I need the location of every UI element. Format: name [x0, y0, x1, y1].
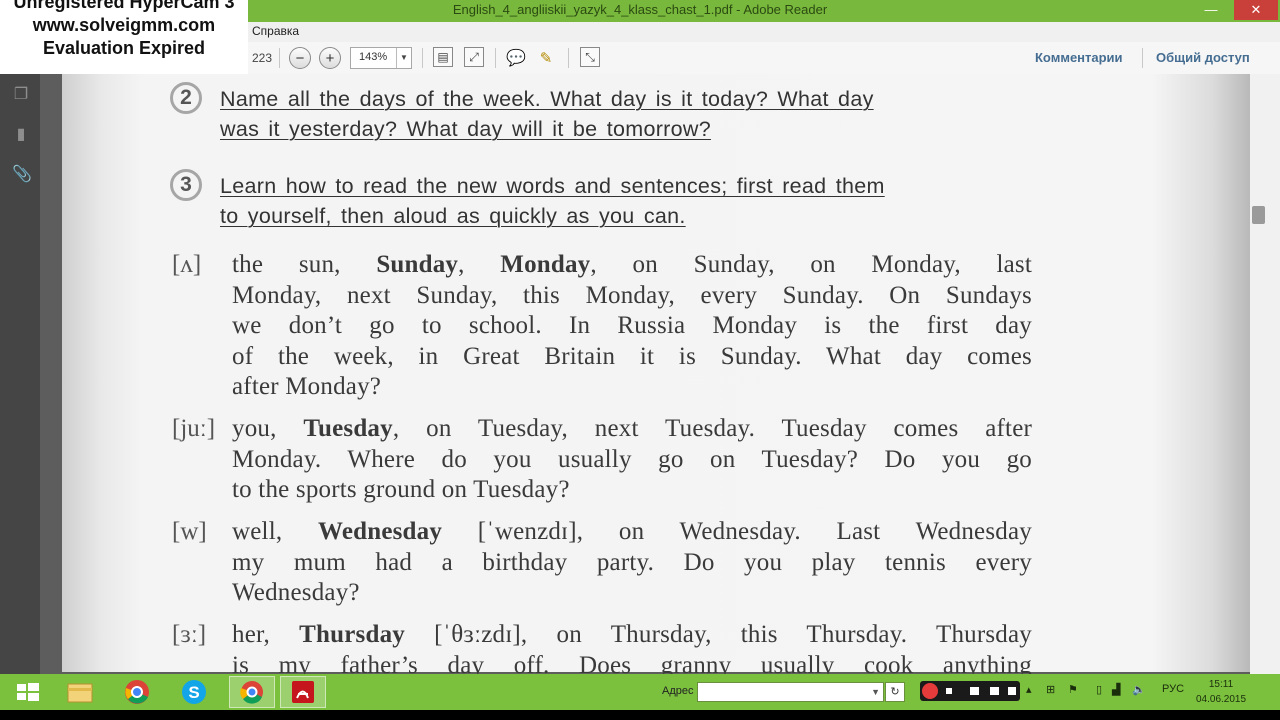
text-line: we don’t go to school. In Russia Monday … — [232, 312, 1032, 339]
clock[interactable]: 15:11 04.06.2015 — [1196, 677, 1246, 707]
language-indicator[interactable]: РУС — [1162, 683, 1184, 695]
highlight-icon[interactable]: ✎ — [535, 47, 557, 69]
text-line: the sun, Sunday, Monday, on Sunday, on M… — [232, 251, 1032, 278]
chrome-icon[interactable] — [117, 676, 157, 708]
task-text-line: Learn how to read the new words and sent… — [220, 174, 885, 198]
task-text-line: was it yesterday? What day will it be to… — [220, 117, 711, 141]
task-number: 3 — [170, 169, 202, 201]
task-number: 2 — [170, 82, 202, 114]
phonetic-text: her, Thursday [ˈθɜːzdɪ], on Thursday, th… — [232, 620, 1032, 681]
svg-text:S: S — [188, 683, 199, 702]
fullscreen-icon[interactable]: ⤡ — [580, 47, 600, 67]
pdf-page: 2 Name all the days of the week. What da… — [62, 74, 1252, 679]
battery-icon[interactable]: ▯ — [1096, 683, 1102, 696]
clock-time: 15:11 — [1208, 679, 1234, 690]
attachment-icon[interactable]: 📎 — [12, 164, 32, 184]
file-explorer-icon[interactable] — [60, 676, 100, 708]
phonetic-symbol: [juː] — [172, 415, 216, 442]
windows-flag-icon[interactable]: ⊞ — [1046, 683, 1055, 696]
hypercam-watermark: Unregistered HyperCam 3 www.solveigmm.co… — [0, 0, 248, 74]
page-count: 223 — [252, 51, 273, 65]
flag-icon[interactable]: ⚑ — [1068, 683, 1078, 696]
toolbar-divider — [279, 48, 280, 68]
task-text-line: Name all the days of the week. What day … — [220, 87, 874, 111]
scrollbar-thumb[interactable] — [1252, 206, 1265, 224]
chevron-down-icon: ▼ — [871, 687, 880, 697]
watermark-line: Evaluation Expired — [42, 38, 206, 58]
tray-chevron-icon[interactable]: ▴ — [1026, 683, 1032, 696]
clock-date: 04.06.2015 — [1196, 694, 1247, 705]
phonetic-symbol: [ʌ] — [172, 251, 202, 278]
address-input[interactable]: ▼ — [697, 682, 884, 702]
windows-taskbar: S Адрес ▼ ↻ ▴ ⊞ ⚑ ▯ ▟ 🔈 РУС 15:11 04.06.… — [0, 674, 1280, 710]
menu-help[interactable]: Справка — [252, 24, 299, 38]
zoom-value: 143% — [359, 51, 388, 63]
fit-width-icon[interactable]: ⤢ — [464, 47, 484, 67]
phonetic-text: well, Wednesday [ˈwenzdɪ], on Wednesday.… — [232, 517, 1032, 609]
chrome-icon[interactable] — [229, 676, 275, 708]
bottom-strip — [0, 710, 1280, 720]
toolbar-divider — [495, 48, 496, 68]
toolbar-divider — [1142, 48, 1143, 68]
text-line: her, Thursday [ˈθɜːzdɪ], on Thursday, th… — [232, 621, 1032, 648]
task-text-line: to yourself, then aloud as quickly as yo… — [220, 204, 686, 228]
phonetic-symbol: [w] — [172, 518, 207, 545]
skype-icon[interactable]: S — [174, 676, 214, 708]
recorder-toolbar[interactable] — [920, 681, 1020, 701]
windows-start-icon[interactable] — [8, 676, 48, 708]
address-label: Адрес — [662, 685, 694, 697]
phonetic-text: you, Tuesday, on Tuesday, next Tuesday. … — [232, 414, 1032, 506]
close-button[interactable]: ✕ — [1234, 0, 1278, 20]
text-line: well, Wednesday [ˈwenzdɪ], on Wednesday.… — [232, 518, 1032, 545]
share-link[interactable]: Общий доступ — [1156, 50, 1250, 65]
vertical-scrollbar[interactable] — [1250, 74, 1280, 674]
volume-icon[interactable]: 🔈 — [1132, 683, 1146, 696]
zoom-in-button[interactable]: + — [319, 47, 341, 69]
text-line: you, Tuesday, on Tuesday, next Tuesday. … — [232, 415, 1033, 442]
chevron-down-icon: ▼ — [396, 48, 411, 68]
adobe-reader-icon[interactable] — [280, 676, 326, 708]
toolbar-divider — [568, 48, 569, 68]
watermark-line: www.solveigmm.com — [32, 15, 216, 35]
minimize-button[interactable]: — — [1196, 0, 1226, 20]
text-line: after Monday? — [232, 373, 382, 400]
pages-icon[interactable]: ❐ — [12, 84, 30, 104]
zoom-out-button[interactable]: − — [289, 47, 311, 69]
comments-link[interactable]: Комментарии — [1035, 50, 1123, 65]
signal-icon[interactable]: ▟ — [1112, 683, 1120, 696]
text-line: of the week, in Great Britain it is Sund… — [232, 342, 1032, 370]
comment-icon[interactable]: 💬 — [505, 47, 527, 69]
watermark-line: Unregistered HyperCam 3 — [13, 0, 235, 12]
navigation-panel: ❐ ▮ 📎 — [0, 74, 40, 674]
refresh-icon[interactable]: ↻ — [885, 682, 905, 702]
text-line: Wednesday? — [232, 579, 360, 606]
text-line: my mum had a birthday party. Do you play… — [232, 548, 1032, 576]
fit-page-icon[interactable]: ▤ — [433, 47, 453, 67]
document-viewport[interactable]: 2 Name all the days of the week. What da… — [40, 74, 1252, 679]
zoom-select[interactable]: 143% ▼ — [350, 47, 412, 69]
text-line: Monday. Where do you usually go on Tuesd… — [232, 445, 1032, 473]
phonetic-symbol: [ɜː] — [172, 621, 207, 648]
phonetic-text: the sun, Sunday, Monday, on Sunday, on M… — [232, 250, 1032, 403]
bookmark-icon[interactable]: ▮ — [12, 124, 30, 144]
toolbar-divider — [422, 48, 423, 68]
text-line: to the sports ground on Tuesday? — [232, 476, 570, 503]
text-line: Monday, next Sunday, this Monday, every … — [232, 281, 1032, 309]
